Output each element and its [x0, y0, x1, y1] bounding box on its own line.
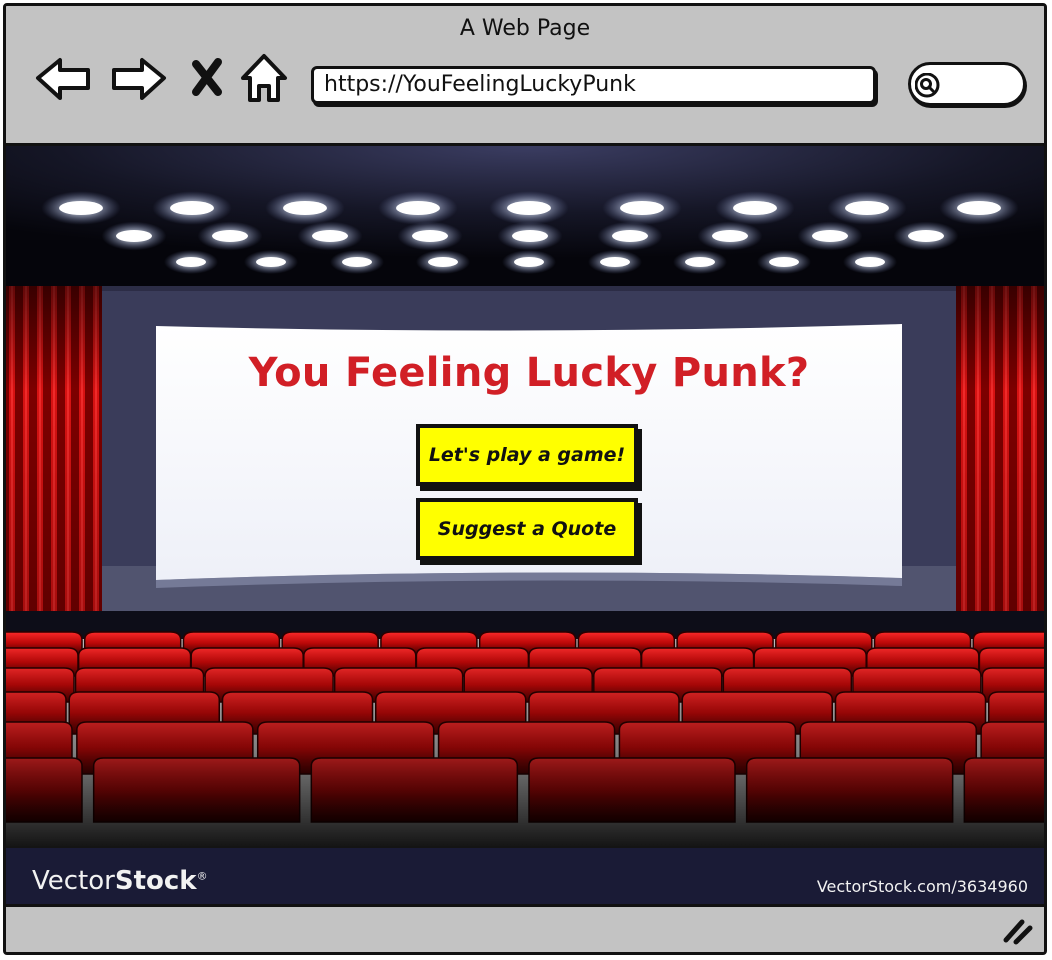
- ceiling-light: [170, 201, 214, 215]
- ceiling-light: [59, 201, 103, 215]
- ceiling-light: [620, 201, 664, 215]
- ceiling-light: [507, 201, 551, 215]
- watermark-registered: ®: [196, 869, 208, 883]
- arrow-left-icon[interactable]: [32, 50, 96, 106]
- browser-chrome: A Web Page https://YouFeelingLuckyPunk: [6, 6, 1044, 146]
- ceiling-light: [845, 201, 889, 215]
- ceiling-light: [396, 201, 440, 215]
- suggest-quote-button[interactable]: Suggest a Quote: [416, 498, 638, 560]
- ceiling-light: [512, 230, 548, 242]
- ceiling-light: [733, 201, 777, 215]
- play-game-button[interactable]: Let's play a game!: [416, 424, 638, 486]
- ceiling-light: [812, 230, 848, 242]
- ceiling-light: [342, 257, 372, 267]
- ceiling-light: [600, 257, 630, 267]
- ceiling-light: [685, 257, 715, 267]
- page-heading: You Feeling Lucky Punk?: [248, 350, 810, 396]
- ceiling-light: [855, 257, 885, 267]
- ceiling-light: [212, 230, 248, 242]
- ceiling-light: [176, 257, 206, 267]
- window-title: A Web Page: [459, 16, 591, 41]
- page-content: You Feeling Lucky Punk? Let's play a gam…: [6, 146, 1044, 908]
- watermark-brand-light: Vector: [32, 866, 115, 896]
- address-bar[interactable]: https://YouFeelingLuckyPunk: [311, 66, 876, 104]
- ceiling-light: [769, 257, 799, 267]
- ceiling-light: [256, 257, 286, 267]
- resize-grip-icon[interactable]: [1000, 916, 1034, 946]
- watermark-logo: VectorStock®: [32, 866, 208, 896]
- ceiling-light: [283, 201, 327, 215]
- watermark-brand-bold: Stock: [114, 866, 197, 896]
- ceiling-light: [514, 257, 544, 267]
- ceiling-light: [957, 201, 1001, 215]
- watermark-id: VectorStock.com/3634960: [816, 877, 1028, 896]
- search-box[interactable]: [908, 62, 1026, 106]
- arrow-right-icon[interactable]: [108, 50, 170, 106]
- ceiling-light: [116, 230, 152, 242]
- status-bar: [6, 904, 1044, 952]
- home-icon[interactable]: [238, 50, 290, 106]
- close-icon[interactable]: [188, 50, 226, 106]
- ceiling-light: [612, 230, 648, 242]
- ceiling-light: [712, 230, 748, 242]
- ceiling-light: [428, 257, 458, 267]
- ceiling-light: [312, 230, 348, 242]
- search-icon: [915, 73, 940, 98]
- browser-window: A Web Page https://YouFeelingLuckyPunk Y…: [3, 3, 1047, 955]
- ceiling-light: [412, 230, 448, 242]
- ceiling-light: [908, 230, 944, 242]
